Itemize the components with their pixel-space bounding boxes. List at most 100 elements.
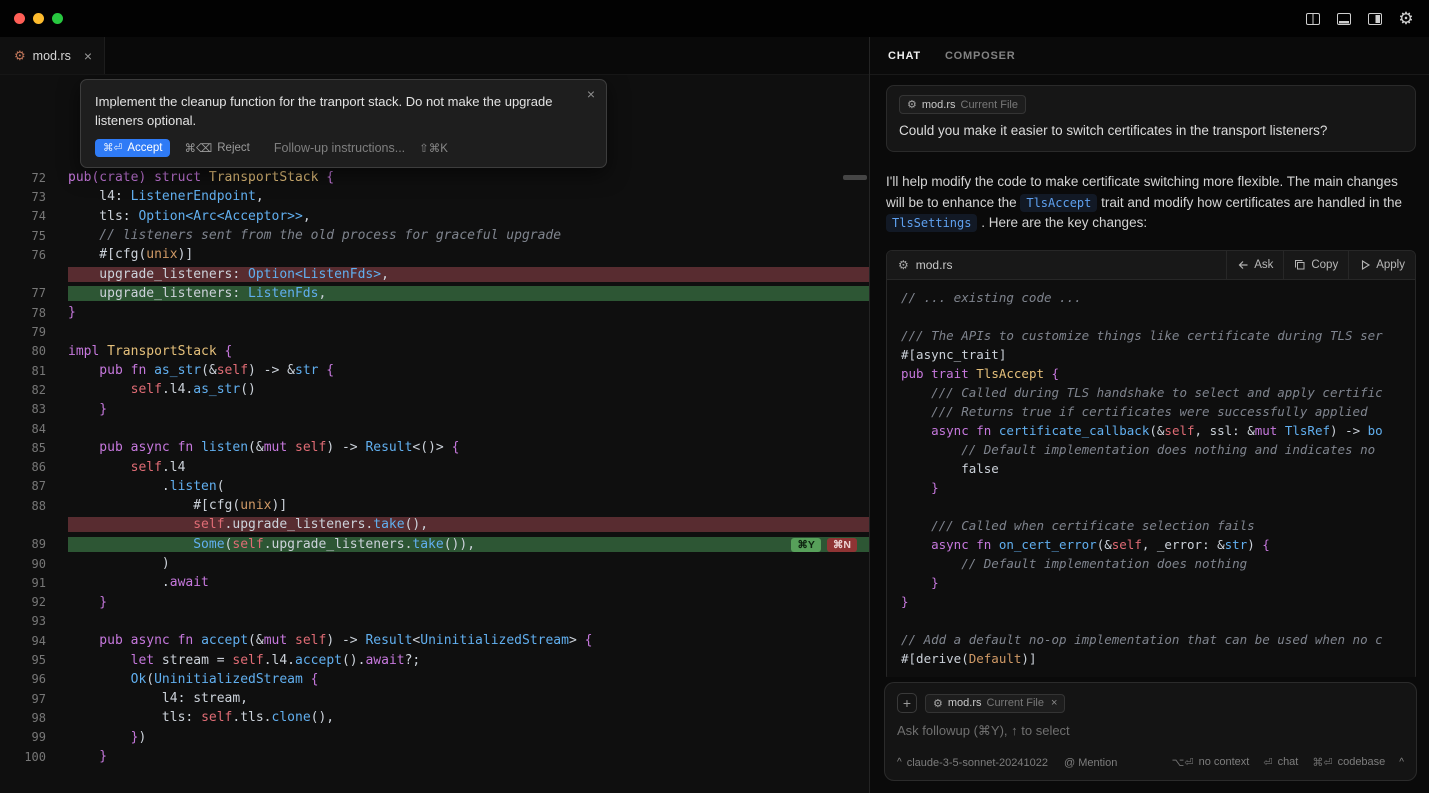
code-line: 97 l4: stream, xyxy=(0,689,869,708)
model-selector[interactable]: ^ claude-3-5-sonnet-20241022 xyxy=(897,757,1048,769)
code-line: 80impl TransportStack { xyxy=(0,342,869,361)
line-number: 83 xyxy=(0,402,46,416)
editor-body: Implement the cleanup function for the t… xyxy=(0,75,869,793)
line-number: 86 xyxy=(0,460,46,474)
line-number: 76 xyxy=(0,248,46,262)
code-line: 91 .await xyxy=(0,573,869,592)
hint-keys: ⏎ xyxy=(1263,756,1272,769)
reject-diff-badge[interactable]: ⌘N xyxy=(827,538,857,552)
line-number: 98 xyxy=(0,711,46,725)
user-message-card: ⚙ mod.rs Current File Could you make it … xyxy=(886,85,1416,152)
line-number: 80 xyxy=(0,344,46,358)
split-editor-icon[interactable] xyxy=(1304,10,1322,28)
code-line: 78} xyxy=(0,303,869,322)
accept-label: Accept xyxy=(127,142,162,154)
code-line: 100 } xyxy=(0,747,869,766)
user-message-text: Could you make it easier to switch certi… xyxy=(899,123,1403,138)
line-number: 84 xyxy=(0,422,46,436)
context-chip[interactable]: ⚙ mod.rs Current File xyxy=(899,95,1026,114)
code-line: // Add a default no-op implementation th… xyxy=(901,632,1415,651)
line-number: 82 xyxy=(0,383,46,397)
code-card-header: ⚙ mod.rs Ask Copy xyxy=(887,251,1415,280)
tab-close-icon[interactable]: × xyxy=(84,48,92,64)
code-line: /// Called when certificate selection fa… xyxy=(901,518,1415,537)
hint-keys: ⌥⏎ xyxy=(1172,756,1194,769)
zoom-window-button[interactable] xyxy=(52,13,63,24)
line-number: 90 xyxy=(0,557,46,571)
code-line: } xyxy=(901,480,1415,499)
toggle-panel-icon[interactable] xyxy=(1335,10,1353,28)
code-line: /// Called during TLS handshake to selec… xyxy=(901,385,1415,404)
mention-button[interactable]: @ Mention xyxy=(1064,757,1117,769)
tab-mod-rs[interactable]: ⚙ mod.rs × xyxy=(0,37,105,74)
chat-input-field[interactable]: Ask followup (⌘Y), ↑ to select xyxy=(897,723,1404,739)
titlebar: ⚙ xyxy=(0,0,1429,37)
reject-button[interactable]: ⌘⌫ Reject xyxy=(184,141,249,155)
input-context-chip[interactable]: ⚙ mod.rs Current File × xyxy=(925,694,1065,713)
editor-tabbar: ⚙ mod.rs × xyxy=(0,37,869,75)
code-line: async fn on_cert_error(&self, _error: &s… xyxy=(901,537,1415,556)
inline-code-chip[interactable]: TlsSettings xyxy=(886,214,977,232)
followup-input[interactable]: Follow-up instructions... xyxy=(274,141,405,155)
editor-pane: ⚙ mod.rs × Implement the cleanup functio… xyxy=(0,37,870,793)
code-line xyxy=(901,499,1415,518)
ask-button[interactable]: Ask xyxy=(1226,251,1283,279)
prompt-actions: ⌘⏎ Accept ⌘⌫ Reject Follow-up instructio… xyxy=(95,139,592,157)
settings-gear-icon[interactable]: ⚙ xyxy=(1397,10,1415,28)
line-number: 73 xyxy=(0,190,46,204)
code-line: 77 upgrade_listeners: ListenFds, xyxy=(0,284,869,303)
minimize-window-button[interactable] xyxy=(33,13,44,24)
copy-button[interactable]: Copy xyxy=(1283,251,1348,279)
code-line: 82 self.l4.as_str() xyxy=(0,380,869,399)
model-name: claude-3-5-sonnet-20241022 xyxy=(907,757,1048,769)
code-line: false xyxy=(901,461,1415,480)
rust-file-icon: ⚙ xyxy=(14,48,26,64)
code-line: #[async_trait] xyxy=(901,347,1415,366)
tab-label: mod.rs xyxy=(33,49,71,63)
diff-line-badges: ⌘Y ⌘N xyxy=(791,538,857,552)
code-line xyxy=(901,309,1415,328)
code-line: #[derive(Default)] xyxy=(901,651,1415,670)
ask-label: Ask xyxy=(1254,259,1273,271)
scrollbar-thumb[interactable] xyxy=(843,175,867,180)
tab-chat[interactable]: CHAT xyxy=(888,50,921,62)
add-context-button[interactable]: + xyxy=(897,693,917,713)
line-number: 81 xyxy=(0,364,46,378)
chip-close-icon[interactable]: × xyxy=(1051,697,1057,709)
line-number: 91 xyxy=(0,576,46,590)
line-number: 89 xyxy=(0,537,46,551)
chevron-up-icon[interactable]: ^ xyxy=(1399,757,1404,768)
toggle-secondary-sidebar-icon[interactable] xyxy=(1366,10,1384,28)
code-line: 84 xyxy=(0,419,869,438)
code-line: 94 pub async fn accept(&mut self) -> Res… xyxy=(0,631,869,650)
accept-button[interactable]: ⌘⏎ Accept xyxy=(95,139,170,157)
accept-diff-badge[interactable]: ⌘Y xyxy=(791,538,821,552)
prompt-close-icon[interactable]: × xyxy=(587,86,595,102)
ask-icon xyxy=(1237,259,1249,271)
code-line: 87 .listen( xyxy=(0,477,869,496)
prompt-text: Implement the cleanup function for the t… xyxy=(95,92,587,130)
copy-label: Copy xyxy=(1311,259,1338,271)
chevron-up-icon: ^ xyxy=(897,757,902,768)
line-number: 99 xyxy=(0,730,46,744)
chip-file-label: mod.rs xyxy=(922,99,956,111)
code-line: 95 let stream = self.l4.accept().await?; xyxy=(0,650,869,669)
code-line: // ... existing code ... xyxy=(901,290,1415,309)
main-split: ⚙ mod.rs × Implement the cleanup functio… xyxy=(0,37,1429,793)
code-line: } xyxy=(901,575,1415,594)
code-line: 90 ) xyxy=(0,554,869,573)
apply-button[interactable]: Apply xyxy=(1348,251,1415,279)
code-line: 85 pub async fn listen(&mut self) -> Res… xyxy=(0,438,869,457)
inline-code-chip[interactable]: TlsAccept xyxy=(1020,194,1097,212)
code-line: // Default implementation does nothing xyxy=(901,556,1415,575)
close-window-button[interactable] xyxy=(14,13,25,24)
line-number: 92 xyxy=(0,595,46,609)
code-line: self.upgrade_listeners.take(), xyxy=(0,515,869,534)
assistant-text: trait and modify how certificates are ha… xyxy=(1097,195,1402,210)
tab-composer[interactable]: COMPOSER xyxy=(945,50,1016,62)
line-number: 77 xyxy=(0,286,46,300)
copy-icon xyxy=(1294,259,1306,271)
code-line: upgrade_listeners: Option<ListenFds>, xyxy=(0,264,869,283)
code-line: 81 pub fn as_str(&self) -> &str { xyxy=(0,361,869,380)
line-number: 97 xyxy=(0,692,46,706)
